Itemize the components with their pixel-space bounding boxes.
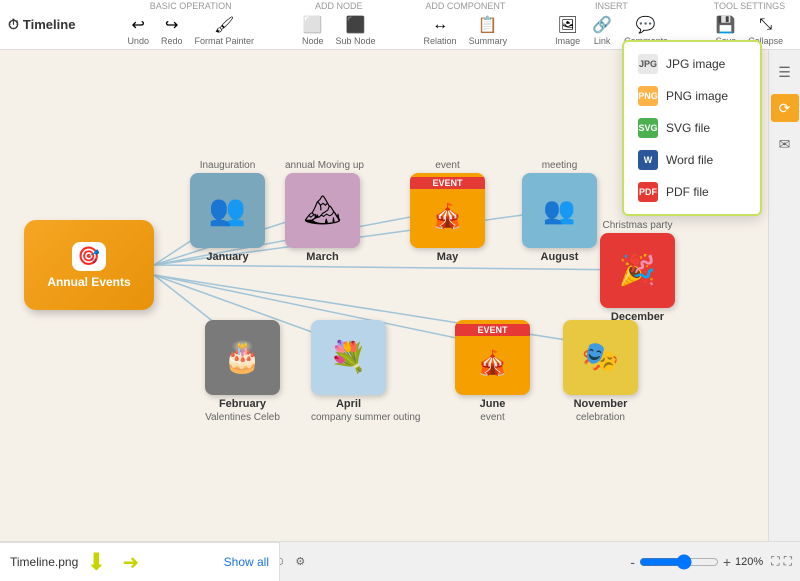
november-box: 🎭: [563, 320, 638, 395]
jpg-icon: JPG: [638, 54, 658, 74]
zoom-level: 120%: [735, 556, 763, 568]
basic-operation-section: Basic operation ↩ Undo ↪ Redo 🖌 Format P…: [123, 1, 258, 48]
december-annotation: Christmas party: [600, 220, 675, 231]
march-box: 🏔: [285, 173, 360, 248]
june-annotation: event: [455, 412, 530, 423]
redo-button[interactable]: ↪ Redo: [157, 13, 187, 48]
sub-node-button[interactable]: ⬛ Sub Node: [332, 13, 380, 48]
link-button[interactable]: 🔗 Link: [588, 13, 616, 48]
yellow-arrow-icon: ➜: [122, 550, 139, 575]
export-svg-item[interactable]: SVG SVG file: [624, 112, 760, 144]
april-box: 💐: [311, 320, 386, 395]
download-filename: Timeline.png: [10, 555, 78, 569]
export-pdf-item[interactable]: PDF PDF file: [624, 176, 760, 208]
export-png-item[interactable]: PNG PNG image: [624, 80, 760, 112]
word-icon: W: [638, 150, 658, 170]
december-box: 🎉: [600, 233, 675, 308]
export-jpg-item[interactable]: JPG JPG image: [624, 48, 760, 80]
pdf-icon: PDF: [638, 182, 658, 202]
svg-icon: SVG: [638, 118, 658, 138]
export-dropdown: JPG JPG image PNG PNG image SVG SVG file…: [622, 40, 762, 216]
download-bar: Timeline.png ⬇ ➜ Show all: [0, 541, 280, 581]
download-arrow-icon: ⬇: [86, 548, 106, 577]
add-component-section: Add Component ↔ Relation 📋 Summary: [420, 1, 512, 48]
zoom-in-button[interactable]: +: [723, 554, 731, 570]
add-node-section: Add Node ⬜ Node ⬛ Sub Node: [298, 1, 380, 48]
november-annotation: celebration: [563, 412, 638, 423]
june-node[interactable]: EVENT 🎪 June event: [455, 320, 530, 423]
fit-screen-button[interactable]: ⛶: [771, 554, 779, 569]
august-annotation: meeting: [522, 160, 597, 171]
january-annotation: Inauguration: [190, 160, 265, 171]
may-box: EVENT 🎪: [410, 173, 485, 248]
sidebar-history[interactable]: ⟳: [771, 94, 799, 122]
settings-icon[interactable]: ⚙: [295, 555, 305, 568]
august-node[interactable]: meeting 👥 August: [522, 160, 597, 263]
zoom-slider[interactable]: [639, 554, 719, 570]
relation-button[interactable]: ↔ Relation: [420, 13, 461, 48]
march-annotation: annual Moving up: [285, 160, 360, 171]
undo-button[interactable]: ↩ Undo: [123, 13, 153, 48]
february-node[interactable]: 🎂 February Valentines Celeb: [205, 320, 280, 423]
march-node[interactable]: annual Moving up 🏔 March: [285, 160, 360, 263]
central-node[interactable]: 🎯 Annual Events: [24, 220, 154, 310]
april-node[interactable]: 💐 April company summer outing: [311, 320, 386, 423]
export-word-item[interactable]: W Word file: [624, 144, 760, 176]
april-annotation: company summer outing: [311, 412, 386, 423]
central-inner-badge: 🎯: [72, 242, 106, 271]
zoom-controls: - + 120% ⛶ ⛶: [630, 554, 792, 570]
november-node[interactable]: 🎭 November celebration: [563, 320, 638, 423]
png-icon: PNG: [638, 86, 658, 106]
january-node[interactable]: Inauguration 👥 January: [190, 160, 265, 263]
sidebar-feedback[interactable]: ✉: [771, 130, 799, 158]
january-box: 👥: [190, 173, 265, 248]
december-node[interactable]: Christmas party 🎉 December: [600, 220, 675, 323]
may-annotation: event: [410, 160, 485, 171]
format-painter-button[interactable]: 🖌 Format Painter: [190, 13, 258, 48]
right-sidebar: ☰ ⟳ ✉: [768, 50, 800, 551]
fullscreen-button[interactable]: ⛶: [784, 554, 792, 569]
image-button[interactable]: 🖼 Image: [551, 13, 584, 48]
summary-button[interactable]: 📋 Summary: [465, 13, 512, 48]
february-annotation: Valentines Celeb: [205, 412, 280, 423]
august-box: 👥: [522, 173, 597, 248]
february-box: 🎂: [205, 320, 280, 395]
show-all-button[interactable]: Show all: [224, 555, 269, 569]
node-button[interactable]: ⬜ Node: [298, 13, 328, 48]
app-title: ⏱ Timeline: [8, 16, 75, 33]
sidebar-outline[interactable]: ☰: [771, 58, 799, 86]
june-box: EVENT 🎪: [455, 320, 530, 395]
zoom-out-button[interactable]: -: [630, 554, 635, 570]
may-node[interactable]: event EVENT 🎪 May: [410, 160, 485, 263]
